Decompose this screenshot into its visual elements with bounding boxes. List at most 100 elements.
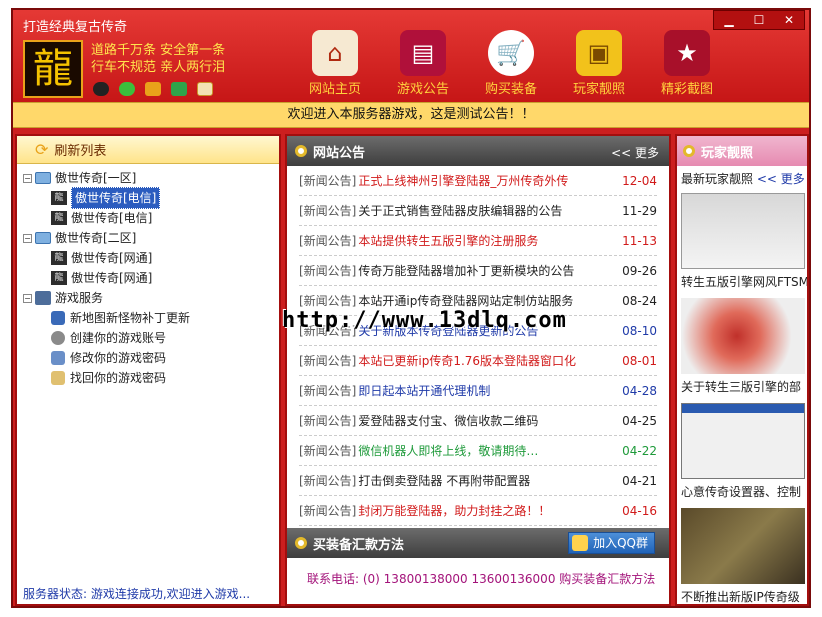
news-date: 04-25 — [622, 413, 657, 428]
nav-buy[interactable]: 🛒 购买装备 — [467, 30, 555, 97]
nav-photos[interactable]: ▣ 玩家靓照 — [555, 30, 643, 97]
app-title: 打造经典复古传奇 — [23, 20, 128, 35]
news-title-link[interactable]: 本站提供转生五版引擎的注册服务 — [358, 232, 621, 249]
news-row[interactable]: [新闻公告] 关于正式销售登陆器皮肤编辑器的公告 11-29 — [299, 196, 657, 226]
news-title-link[interactable]: 打击倒卖登陆器 不再附带配置器 — [358, 472, 621, 489]
header-bar: 打造经典复古传奇 ▁ ☐ ✕ 龍 道路千万条 安全第一条 行车不规范 亲人两行泪… — [13, 10, 809, 102]
news-header: 网站公告 << 更多 — [287, 136, 669, 166]
news-title-link[interactable]: 关于正式销售登陆器皮肤编辑器的公告 — [358, 202, 621, 219]
server-label-selected: 傲世传奇[电信] — [71, 187, 161, 209]
collapse-icon[interactable]: − — [23, 293, 32, 303]
phone-icon[interactable] — [171, 82, 187, 96]
tree-server[interactable]: 龍 傲世传奇[网通] — [23, 248, 279, 268]
news-date: 12-04 — [622, 173, 657, 188]
news-row[interactable]: [新闻公告] 微信机器人即将上线，敬请期待… 04-22 — [299, 436, 657, 466]
taobao-icon[interactable] — [145, 82, 161, 96]
news-title-link[interactable]: 本站已更新ip传奇1.76版本登陆器窗口化 — [358, 352, 621, 369]
photo-thumbnail[interactable] — [681, 508, 805, 584]
payment-header: 买装备汇款方法 加入QQ群 — [287, 528, 669, 558]
main-nav: ⌂ 网站主页 ▤ 游戏公告 🛒 购买装备 ▣ 玩家靓照 ★ 精彩截图 — [291, 30, 731, 97]
news-title-link[interactable]: 微信机器人即将上线，敬请期待… — [358, 442, 621, 459]
news-title-link[interactable]: 正式上线神州引擎登陆器_万州传奇外传 — [358, 172, 621, 189]
photo-caption[interactable]: 关于转生三版引擎的部 — [677, 376, 807, 401]
notice-icon: ▤ — [400, 30, 446, 76]
mail-icon[interactable] — [197, 82, 213, 96]
tree-group-1[interactable]: − 傲世传奇[一区] — [23, 168, 279, 188]
folder-icon — [35, 232, 51, 244]
news-title-link[interactable]: 本站开通ip传奇登陆器网站定制仿站服务 — [358, 292, 621, 309]
minimize-button[interactable]: ▁ — [714, 11, 744, 29]
news-date: 04-16 — [622, 503, 657, 518]
photo-folder-icon: ▣ — [576, 30, 622, 76]
server-label: 傲世传奇[电信] — [71, 211, 153, 225]
patch-icon — [51, 311, 65, 325]
nav-home[interactable]: ⌂ 网站主页 — [291, 30, 379, 97]
photo-caption[interactable]: 转生五版引擎网风FTSM — [677, 271, 807, 296]
contact-info: 联系电话: (0) 13800138000 13600136000 购买装备汇款… — [307, 572, 656, 586]
tree-server[interactable]: 龍 傲世传奇[电信] — [23, 187, 279, 209]
maximize-button[interactable]: ☐ — [744, 11, 774, 29]
tree-service-item[interactable]: 新地图新怪物补丁更新 — [23, 308, 279, 328]
news-title-link[interactable]: 即日起本站开通代理机制 — [358, 382, 621, 399]
refresh-list-header[interactable]: ⟳ 刷新列表 — [17, 136, 279, 164]
news-title-link[interactable]: 爱登陆器支付宝、微信收款二维码 — [358, 412, 621, 429]
photo-thumbnail[interactable] — [681, 193, 805, 269]
news-tag: [新闻公告] — [299, 384, 357, 398]
nav-notice[interactable]: ▤ 游戏公告 — [379, 30, 467, 97]
nav-screenshots[interactable]: ★ 精彩截图 — [643, 30, 731, 97]
server-label: 傲世传奇[网通] — [71, 271, 153, 285]
news-row[interactable]: [新闻公告] 本站提供转生五版引擎的注册服务 11-13 — [299, 226, 657, 256]
qq-icon[interactable] — [93, 82, 109, 96]
news-tag: [新闻公告] — [299, 474, 357, 488]
wechat-icon[interactable] — [119, 82, 135, 96]
news-more-link[interactable]: << 更多 — [611, 144, 659, 161]
tree-service-item[interactable]: 找回你的游戏密码 — [23, 368, 279, 388]
news-row[interactable]: [新闻公告] 正式上线神州引擎登陆器_万州传奇外传 12-04 — [299, 166, 657, 196]
photo-caption[interactable]: 不断推出新版IP传奇级 — [677, 586, 807, 604]
news-title-link[interactable]: 传奇万能登陆器增加补丁更新模块的公告 — [358, 262, 621, 279]
news-tag: [新闻公告] — [299, 204, 357, 218]
news-date: 04-28 — [622, 383, 657, 398]
tree-server[interactable]: 龍 傲世传奇[网通] — [23, 268, 279, 288]
close-button[interactable]: ✕ — [774, 11, 804, 29]
news-tag: [新闻公告] — [299, 414, 357, 428]
photo-thumbnail[interactable] — [681, 298, 805, 374]
tree-server[interactable]: 龍 傲世传奇[电信] — [23, 208, 279, 228]
news-list: [新闻公告] 正式上线神州引擎登陆器_万州传奇外传 12-04 [新闻公告] 关于正式销… — [287, 166, 669, 526]
news-row[interactable]: [新闻公告] 封闭万能登陆器，助力封挂之路！！ 04-16 — [299, 496, 657, 526]
refresh-icon: ⟳ — [35, 140, 49, 159]
photos-more-link[interactable]: << 更多 — [757, 172, 805, 186]
dragon-logo: 龍 — [23, 40, 83, 98]
news-date: 11-29 — [622, 203, 657, 218]
news-row[interactable]: [新闻公告] 本站已更新ip传奇1.76版本登陆器窗口化 08-01 — [299, 346, 657, 376]
tree-services-group[interactable]: − 游戏服务 — [23, 288, 279, 308]
news-date: 04-21 — [622, 473, 657, 488]
server-list-panel: ⟳ 刷新列表 − 傲世传奇[一区] 龍 傲世传奇[电信] 龍 傲世传奇[电信] … — [15, 134, 281, 606]
photo-thumbnail[interactable] — [681, 403, 805, 479]
news-date: 08-24 — [622, 293, 657, 308]
news-panel: 网站公告 << 更多 [新闻公告] 正式上线神州引擎登陆器_万州传奇外传 12-04… — [285, 134, 671, 606]
news-title-link[interactable]: 封闭万能登陆器，助力封挂之路！！ — [358, 502, 621, 519]
tree-service-item[interactable]: 创建你的游戏账号 — [23, 328, 279, 348]
bullet-icon — [295, 537, 307, 549]
collapse-icon[interactable]: − — [23, 173, 32, 183]
news-tag: [新闻公告] — [299, 354, 357, 368]
news-date: 04-22 — [622, 443, 657, 458]
nav-screenshots-label: 精彩截图 — [660, 82, 713, 97]
news-row[interactable]: [新闻公告] 爱登陆器支付宝、微信收款二维码 04-25 — [299, 406, 657, 436]
collapse-icon[interactable]: − — [23, 233, 32, 243]
news-row[interactable]: [新闻公告] 打击倒卖登陆器 不再附带配置器 04-21 — [299, 466, 657, 496]
photos-panel: 玩家靓照 最新玩家靓照 << 更多 转生五版引擎网风FTSM 关于转生三版引擎的… — [675, 134, 809, 606]
recover-password-icon — [51, 371, 65, 385]
tree-service-item[interactable]: 修改你的游戏密码 — [23, 348, 279, 368]
server-label: 傲世传奇[网通] — [71, 251, 153, 265]
house-icon: ⌂ — [312, 30, 358, 76]
news-row[interactable]: [新闻公告] 即日起本站开通代理机制 04-28 — [299, 376, 657, 406]
news-date: 09-26 — [622, 263, 657, 278]
slogan-line-1: 道路千万条 安全第一条 — [91, 43, 226, 58]
join-qq-group-button[interactable]: 加入QQ群 — [568, 532, 655, 554]
photo-caption[interactable]: 心意传奇设置器、控制 — [677, 481, 807, 506]
server-status: 服务器状态: 游戏连接成功,欢迎进入游戏... — [23, 587, 251, 601]
news-row[interactable]: [新闻公告] 传奇万能登陆器增加补丁更新模块的公告 09-26 — [299, 256, 657, 286]
tree-group-2[interactable]: − 傲世传奇[二区] — [23, 228, 279, 248]
